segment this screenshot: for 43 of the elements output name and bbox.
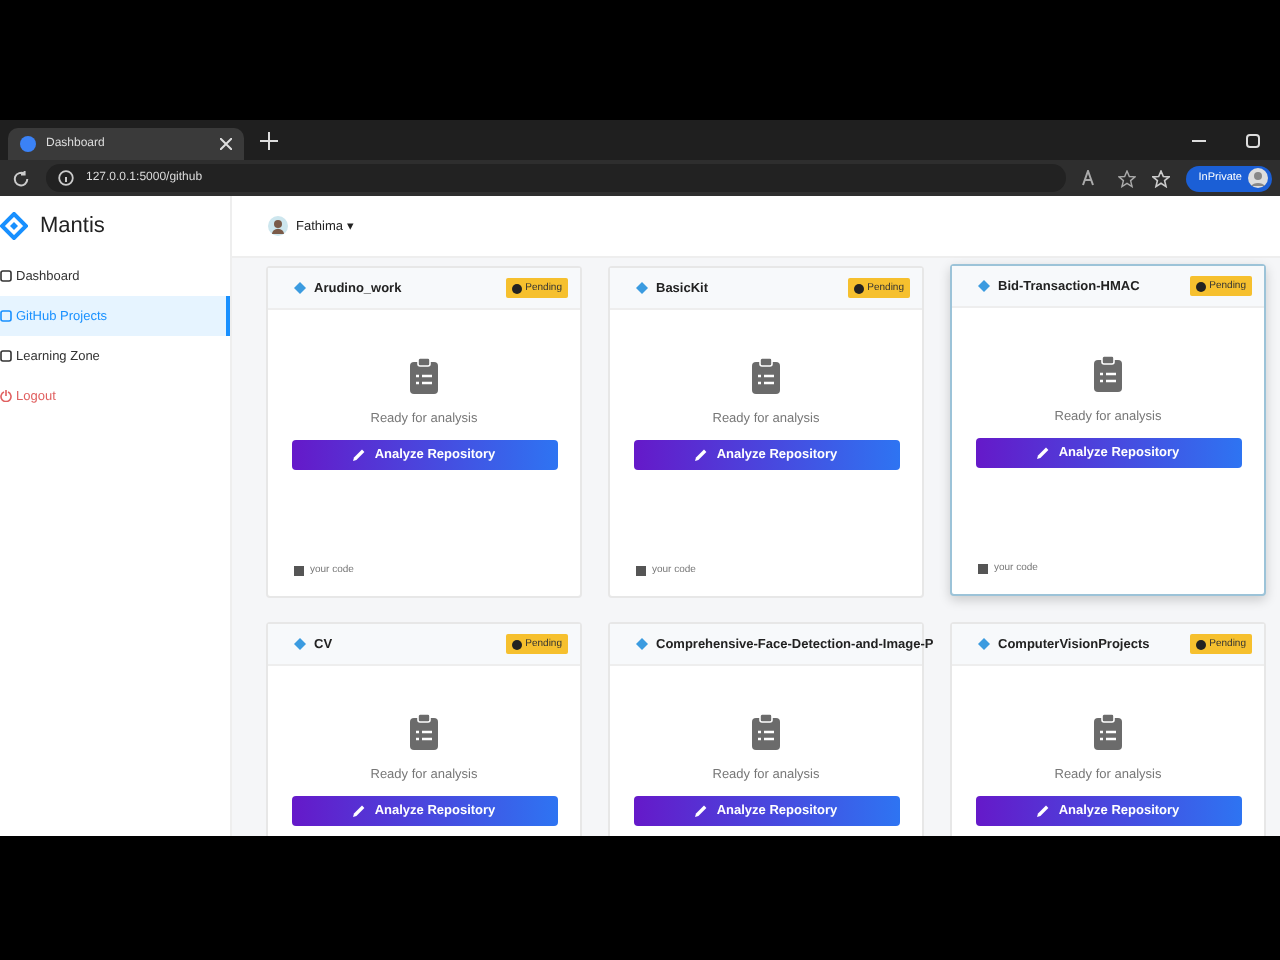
code-icon [636, 565, 646, 575]
clock-icon [1195, 281, 1206, 291]
info-icon [58, 170, 74, 186]
brand-name: Mantis [40, 214, 105, 238]
repo-icon [294, 638, 306, 650]
repo-icon [636, 638, 648, 650]
pencil-icon [1036, 804, 1051, 818]
new-tab-icon[interactable] [260, 131, 278, 149]
pencil-icon [352, 804, 367, 818]
clipboard-icon [410, 714, 438, 750]
star-icon[interactable] [1118, 169, 1137, 187]
pencil-icon [352, 448, 367, 462]
clock-icon [511, 639, 522, 649]
pencil-icon [1036, 446, 1051, 460]
user-avatar-icon [268, 216, 288, 236]
reload-icon[interactable] [12, 169, 30, 187]
profile-avatar-icon [1248, 168, 1268, 188]
restore-icon[interactable] [1246, 133, 1260, 147]
nav-icon [0, 350, 12, 362]
repo-icon [636, 282, 648, 294]
nav-icon [0, 270, 12, 282]
clock-icon [1195, 639, 1206, 649]
code-icon [294, 565, 304, 575]
code-icon [978, 563, 988, 573]
clock-icon [853, 283, 864, 293]
nav-icon [0, 310, 12, 322]
repo-icon [978, 280, 990, 292]
close-icon[interactable] [220, 138, 232, 150]
clipboard-icon [410, 358, 438, 394]
clipboard-icon [1094, 356, 1122, 392]
clipboard-icon [752, 358, 780, 394]
pencil-icon [694, 804, 709, 818]
clipboard-icon [752, 714, 780, 750]
pencil-icon [694, 448, 709, 462]
logo-icon [0, 212, 28, 240]
minimize-icon[interactable] [1192, 139, 1206, 141]
favorites-icon[interactable] [1152, 169, 1171, 187]
clock-icon [511, 283, 522, 293]
repo-icon [294, 282, 306, 294]
clipboard-icon [1094, 714, 1122, 750]
logout-icon [0, 390, 12, 402]
repo-icon [978, 638, 990, 650]
tab-favicon-icon [20, 136, 36, 152]
